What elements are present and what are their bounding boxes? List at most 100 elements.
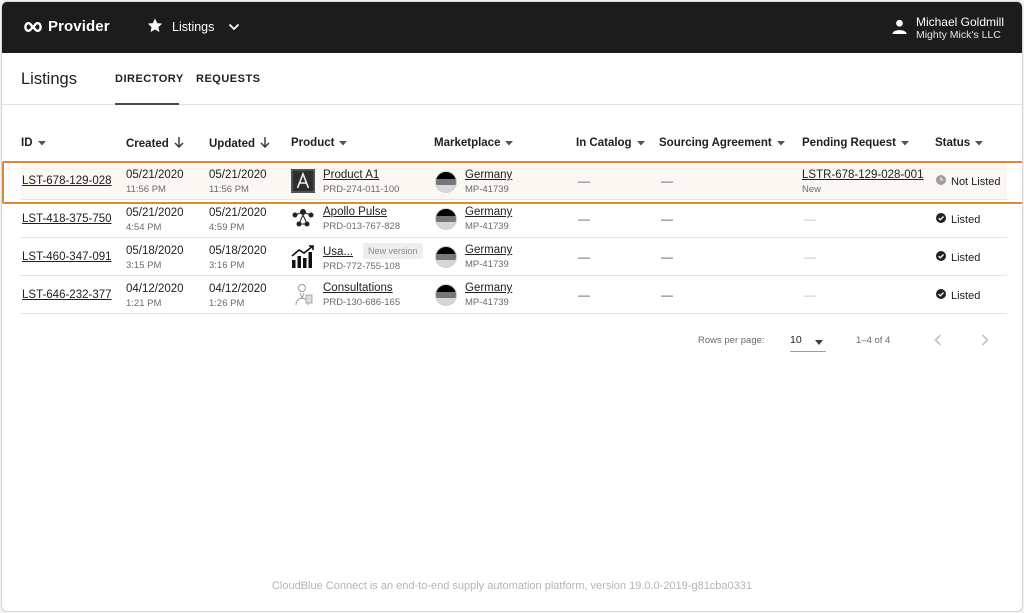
created-cell: 04/12/2020 1:21 PM xyxy=(126,282,184,310)
pending-request-status: New xyxy=(802,184,822,195)
star-icon xyxy=(147,18,163,36)
product-id: PRD-772-755-108 xyxy=(323,261,401,272)
next-page-button[interactable] xyxy=(980,333,990,350)
arrow-down-icon xyxy=(260,137,270,151)
sort-caret-icon xyxy=(900,137,909,149)
product-name-link[interactable]: Consultations xyxy=(323,281,400,295)
status-text: Listed xyxy=(951,251,981,264)
column-header-status[interactable]: Status xyxy=(935,137,984,149)
column-header-pending-request[interactable]: Pending Request xyxy=(802,137,909,149)
check-circle-icon xyxy=(936,251,946,264)
marketplace-link[interactable]: Germany xyxy=(465,243,512,257)
product-name-link[interactable]: Product A1 xyxy=(323,168,399,182)
people-network-icon xyxy=(291,206,315,230)
sort-caret-icon xyxy=(636,137,645,149)
tab-directory[interactable]: DIRECTORY xyxy=(115,73,184,85)
consultant-icon xyxy=(291,282,315,306)
marketplace-link[interactable]: Germany xyxy=(465,168,512,182)
product-cell: Apollo Pulse PRD-013-767-828 xyxy=(291,200,431,237)
sort-caret-icon xyxy=(339,137,348,149)
updated-cell: 05/21/2020 11:56 PM xyxy=(209,168,267,196)
listing-id-link[interactable]: LST-460-347-091 xyxy=(22,251,112,263)
updated-time: 1:26 PM xyxy=(209,298,245,309)
updated-cell: 04/12/2020 1:26 PM xyxy=(209,282,267,310)
listing-id-link[interactable]: LST-646-232-377 xyxy=(22,289,112,301)
listing-id-link[interactable]: LST-418-375-750 xyxy=(22,213,112,225)
brand-logo[interactable]: Provider xyxy=(24,18,110,35)
updated-date: 05/21/2020 xyxy=(209,207,267,219)
marketplace-cell: Germany MP-41739 xyxy=(434,238,564,275)
rows-per-page-value: 10 xyxy=(790,334,802,346)
created-time: 1:21 PM xyxy=(126,298,162,309)
table-row[interactable]: LST-678-129-028 05/21/2020 11:56 PM 05/2… xyxy=(21,162,1007,200)
column-header-id[interactable]: ID xyxy=(21,137,46,149)
table-row[interactable]: LST-418-375-750 05/21/2020 4:54 PM 05/21… xyxy=(21,200,1007,238)
product-name-link[interactable]: Usa... xyxy=(323,246,353,258)
module-switcher[interactable]: Listings xyxy=(147,18,240,36)
chevron-right-icon xyxy=(981,334,989,346)
column-header-created[interactable]: Created xyxy=(126,137,184,151)
pending-request-value: — xyxy=(804,288,816,302)
rows-per-page-label: Rows per page: xyxy=(698,335,765,346)
user-name: Michael Goldmill xyxy=(915,15,1004,29)
in-catalog-value: — xyxy=(578,212,590,226)
germany-flag-icon xyxy=(435,284,457,306)
footer-text: CloudBlue Connect is an end-to-end suppl… xyxy=(271,580,753,592)
column-header-sourcing-agreement[interactable]: Sourcing Agreement xyxy=(659,137,785,149)
previous-page-button[interactable] xyxy=(933,333,943,350)
pending-request-cell: LSTR-678-129-028-001 New xyxy=(802,168,923,196)
product-id: PRD-274-011-100 xyxy=(323,184,400,195)
table-row[interactable]: LST-646-232-377 04/12/2020 1:21 PM 04/12… xyxy=(21,276,1007,314)
table-row[interactable]: LST-460-347-091 05/18/2020 3:15 PM 05/18… xyxy=(21,238,1007,276)
in-catalog-value: — xyxy=(578,174,590,188)
user-menu[interactable]: Michael Goldmill Mighty Mick's LLC xyxy=(892,15,1004,42)
chevron-left-icon xyxy=(934,334,942,346)
listing-id-link[interactable]: LST-678-129-028 xyxy=(22,175,112,187)
tab-requests[interactable]: REQUESTS xyxy=(196,73,261,85)
product-name-link[interactable]: Apollo Pulse xyxy=(323,205,400,219)
column-header-updated[interactable]: Updated xyxy=(209,137,270,151)
module-label: Listings xyxy=(172,20,215,34)
column-header-product[interactable]: Product xyxy=(291,137,348,149)
marketplace-cell: Germany MP-41739 xyxy=(434,276,564,313)
germany-flag-icon xyxy=(435,171,457,193)
status-text: Listed xyxy=(951,213,981,226)
check-circle-icon xyxy=(936,213,946,226)
pending-request-value: — xyxy=(804,212,816,226)
clock-icon xyxy=(936,175,946,188)
updated-time: 11:56 PM xyxy=(209,184,249,195)
infinity-icon xyxy=(24,21,42,33)
page-title: Listings xyxy=(21,70,77,88)
updated-cell: 05/18/2020 3:16 PM xyxy=(209,244,267,272)
column-header-in-catalog[interactable]: In Catalog xyxy=(576,137,645,149)
sort-caret-icon xyxy=(505,137,514,149)
marketplace-id: MP-41739 xyxy=(465,221,509,232)
updated-date: 04/12/2020 xyxy=(209,283,267,295)
marketplace-cell: Germany MP-41739 xyxy=(434,200,564,237)
germany-flag-icon xyxy=(435,208,457,230)
updated-time: 4:59 PM xyxy=(209,222,245,233)
active-tab-indicator xyxy=(115,103,179,105)
sourcing-agreement-value: — xyxy=(661,288,673,302)
marketplace-link[interactable]: Germany xyxy=(465,205,512,219)
marketplace-link[interactable]: Germany xyxy=(465,281,512,295)
updated-date: 05/21/2020 xyxy=(209,169,267,181)
brand-name: Provider xyxy=(48,18,110,35)
pagination: Rows per page: 10 1–4 of 4 xyxy=(2,333,1022,353)
chevron-down-icon xyxy=(228,20,240,34)
sourcing-agreement-value: — xyxy=(661,250,673,264)
check-circle-icon xyxy=(936,289,946,302)
marketplace-id: MP-41739 xyxy=(465,297,509,308)
created-time: 3:15 PM xyxy=(126,260,162,271)
status-badge: Listed xyxy=(936,289,980,302)
pending-request-link[interactable]: LSTR-678-129-028-001 xyxy=(802,168,923,182)
pending-request-value: — xyxy=(804,250,816,264)
letter-a-icon xyxy=(291,169,315,193)
rows-per-page-select[interactable]: 10 xyxy=(790,332,826,352)
created-time: 4:54 PM xyxy=(126,222,162,233)
status-badge: Not Listed xyxy=(936,175,1001,188)
top-bar: Provider Listings Michael Goldmill Might… xyxy=(2,2,1022,53)
created-date: 05/21/2020 xyxy=(126,169,184,181)
column-header-marketplace[interactable]: Marketplace xyxy=(434,137,514,149)
new-version-badge: New version xyxy=(363,243,423,259)
